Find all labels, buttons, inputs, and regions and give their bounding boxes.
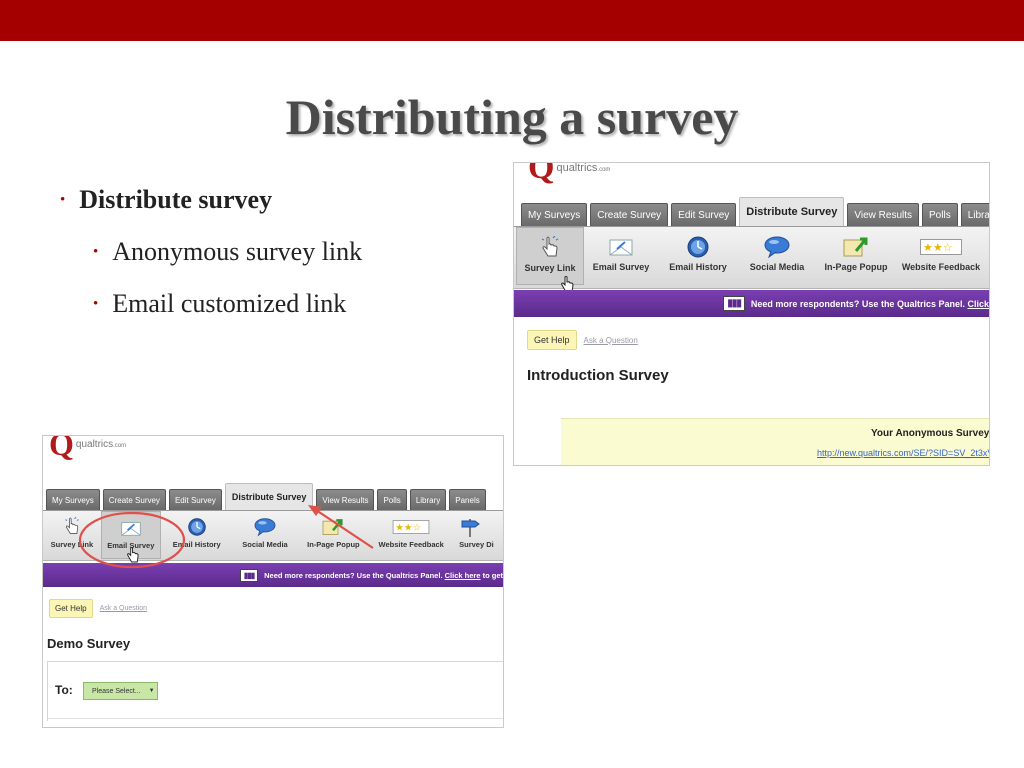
tab-library[interactable]: Library (960, 203, 989, 226)
tool-website-feedback[interactable]: ★★☆ Website Feedback (896, 227, 986, 272)
hand-pointer-icon (539, 236, 561, 260)
screenshot-survey-link: Q qualtrics.com My Surveys Create Survey… (513, 162, 990, 466)
bullet-text: Email customized link (112, 289, 347, 318)
tab-view-results[interactable]: View Results (847, 203, 920, 226)
screenshot-email-survey: Q qualtrics.com My Surveys Create Survey… (42, 435, 504, 728)
bullet-dot-icon: • (93, 296, 99, 312)
nav-tabs: My Surveys Create Survey Edit Survey Dis… (514, 197, 989, 227)
distribute-toolbar: Survey Link Email Survey Email History S… (514, 227, 989, 289)
envelope-icon (608, 235, 634, 259)
bullet-item: • Distribute survey (60, 185, 362, 215)
tool-email-survey[interactable]: Email Survey (584, 227, 658, 272)
anonymous-link-url[interactable]: http://new.qualtrics.com/SE/?SID=SV_2t3x… (817, 448, 989, 458)
panel-promo-bar: ▮▮▮ Need more respondents? Use the Qualt… (514, 290, 989, 317)
slide-header-bar (0, 0, 1024, 41)
bullet-text: Distribute survey (79, 185, 273, 214)
bullet-dot-icon: • (60, 192, 66, 208)
logo-q-icon: Q (528, 162, 555, 186)
tab-create-survey[interactable]: Create Survey (590, 203, 669, 226)
highlight-circle-icon (78, 511, 186, 569)
anonymous-link-label: Your Anonymous Survey Link: (871, 428, 990, 439)
get-help-button[interactable]: Get Help (527, 330, 577, 350)
sub-bullet-item: • Anonymous survey link (93, 237, 362, 267)
annotation-overlay (78, 505, 374, 569)
logo-text: qualtrics.com (556, 162, 611, 174)
tool-label: Email Survey (592, 262, 650, 272)
tool-label: In-Page Popup (824, 262, 888, 272)
slide-title: Distributing a survey (285, 89, 739, 145)
qualtrics-logo: Q qualtrics.com (528, 162, 611, 186)
bullet-text: Anonymous survey link (112, 237, 363, 266)
svg-text:★★☆: ★★☆ (923, 241, 953, 254)
tool-email-history[interactable]: Email History (658, 227, 738, 272)
ask-question-link[interactable]: Ask a Question (584, 336, 638, 345)
panel-promo-link[interactable]: Click (967, 299, 989, 309)
clock-icon (686, 235, 710, 259)
sub-bullet-item: • Email customized link (93, 289, 362, 319)
tool-label: Social Media (749, 262, 805, 272)
people-icon: ▮▮▮ (723, 296, 745, 311)
bullet-dot-icon: • (93, 244, 99, 260)
tool-label: Email History (669, 262, 727, 272)
tab-polls[interactable]: Polls (922, 203, 958, 226)
tab-my-surveys[interactable]: My Surveys (521, 203, 588, 226)
annotation-arrow-icon (308, 505, 374, 549)
popup-arrow-icon (842, 235, 870, 259)
bullet-list: • Distribute survey • Anonymous survey l… (60, 185, 362, 319)
tab-edit-survey[interactable]: Edit Survey (671, 203, 737, 226)
tool-label: Website Feedback (901, 262, 981, 272)
tool-label: Survey Link (524, 263, 576, 273)
tab-distribute-survey[interactable]: Distribute Survey (739, 197, 845, 226)
survey-title: Introduction Survey (527, 367, 669, 384)
tool-in-page-popup[interactable]: In-Page Popup (816, 227, 896, 272)
help-row: Get Help Ask a Question (527, 330, 638, 350)
anonymous-link-box: Your Anonymous Survey Link: http://new.q… (561, 418, 990, 465)
speech-bubble-icon (763, 235, 791, 259)
panel-promo-text: Need more respondents? Use the Qualtrics… (750, 298, 965, 309)
tool-social-media[interactable]: Social Media (738, 227, 816, 272)
stars-icon: ★★☆ (920, 235, 962, 259)
